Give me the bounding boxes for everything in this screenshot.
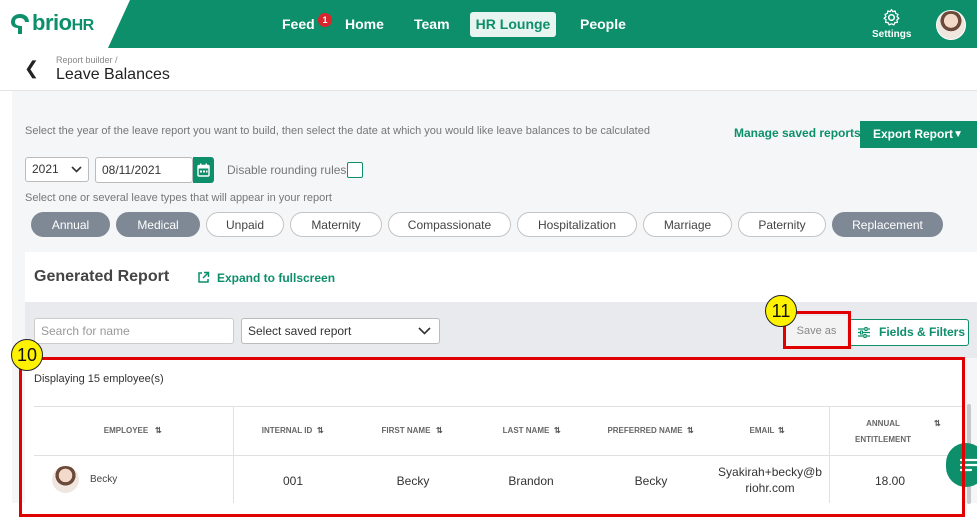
brand-name: brio <box>32 10 72 35</box>
nav-people[interactable]: People <box>580 16 626 32</box>
leave-types-hint: Select one or several leave types that w… <box>25 192 332 204</box>
back-arrow-icon[interactable]: ❮ <box>24 58 39 79</box>
leave-type-pill-hospitalization[interactable]: Hospitalization <box>517 212 637 237</box>
calendar-button[interactable] <box>193 157 214 183</box>
calendar-icon <box>197 163 210 177</box>
annotation-callout-11: 11 <box>765 295 797 327</box>
filter-sliders-icon <box>858 327 870 338</box>
leave-type-pill-compassionate[interactable]: Compassionate <box>388 212 511 237</box>
date-input[interactable]: 08/11/2021 <box>95 157 193 183</box>
user-avatar[interactable] <box>936 10 966 40</box>
nav-feed[interactable]: Feed <box>282 16 315 32</box>
saved-report-select[interactable]: Select saved report <box>241 318 440 344</box>
chevron-down-icon <box>418 327 431 335</box>
chevron-down-icon <box>71 166 82 173</box>
nav-home[interactable]: Home <box>345 16 384 32</box>
disable-rounding-label: Disable rounding rules <box>227 163 347 177</box>
page-title: Leave Balances <box>56 66 170 83</box>
brand-logo-icon <box>11 14 29 34</box>
leave-type-pill-medical[interactable]: Medical <box>116 212 200 237</box>
expand-icon[interactable] <box>197 271 210 284</box>
breadcrumb[interactable]: Report builder / <box>56 55 118 65</box>
manage-saved-reports-link[interactable]: Manage saved reports <box>734 126 861 140</box>
export-report-button[interactable]: Export Report ▼ <box>860 121 977 148</box>
chevron-down-icon: ▼ <box>953 129 963 140</box>
year-value: 2021 <box>32 162 59 176</box>
annotation-box-10 <box>19 357 965 517</box>
year-select[interactable]: 2021 <box>25 157 89 182</box>
nav-team[interactable]: Team <box>414 16 450 32</box>
leave-type-pill-unpaid[interactable]: Unpaid <box>206 212 284 237</box>
expand-fullscreen-link[interactable]: Expand to fullscreen <box>217 271 335 285</box>
leave-type-pill-marriage[interactable]: Marriage <box>643 212 732 237</box>
leave-type-pill-replacement[interactable]: Replacement <box>832 212 943 237</box>
settings-label[interactable]: Settings <box>872 29 911 40</box>
leave-type-pill-annual[interactable]: Annual <box>31 212 110 237</box>
nav-hr-lounge[interactable]: HR Lounge <box>470 12 556 37</box>
fields-filters-button[interactable]: Fields & Filters <box>849 319 969 346</box>
brand-logo[interactable]: brioHR <box>32 10 94 36</box>
report-instructions: Select the year of the leave report you … <box>25 125 650 137</box>
saved-report-value: Select saved report <box>248 324 352 338</box>
export-report-label: Export Report <box>873 127 954 141</box>
disable-rounding-checkbox[interactable] <box>347 162 363 178</box>
leave-type-pill-paternity[interactable]: Paternity <box>738 212 826 237</box>
annotation-callout-10: 10 <box>11 339 43 371</box>
feed-notification-badge: 1 <box>318 13 332 27</box>
generated-report-title: Generated Report <box>34 268 170 285</box>
leave-type-pill-maternity[interactable]: Maternity <box>290 212 382 237</box>
gear-icon[interactable] <box>882 8 901 27</box>
brand-suffix: HR <box>71 17 95 34</box>
fields-filters-label: Fields & Filters <box>879 325 966 339</box>
search-input[interactable]: Search for name <box>34 318 234 344</box>
